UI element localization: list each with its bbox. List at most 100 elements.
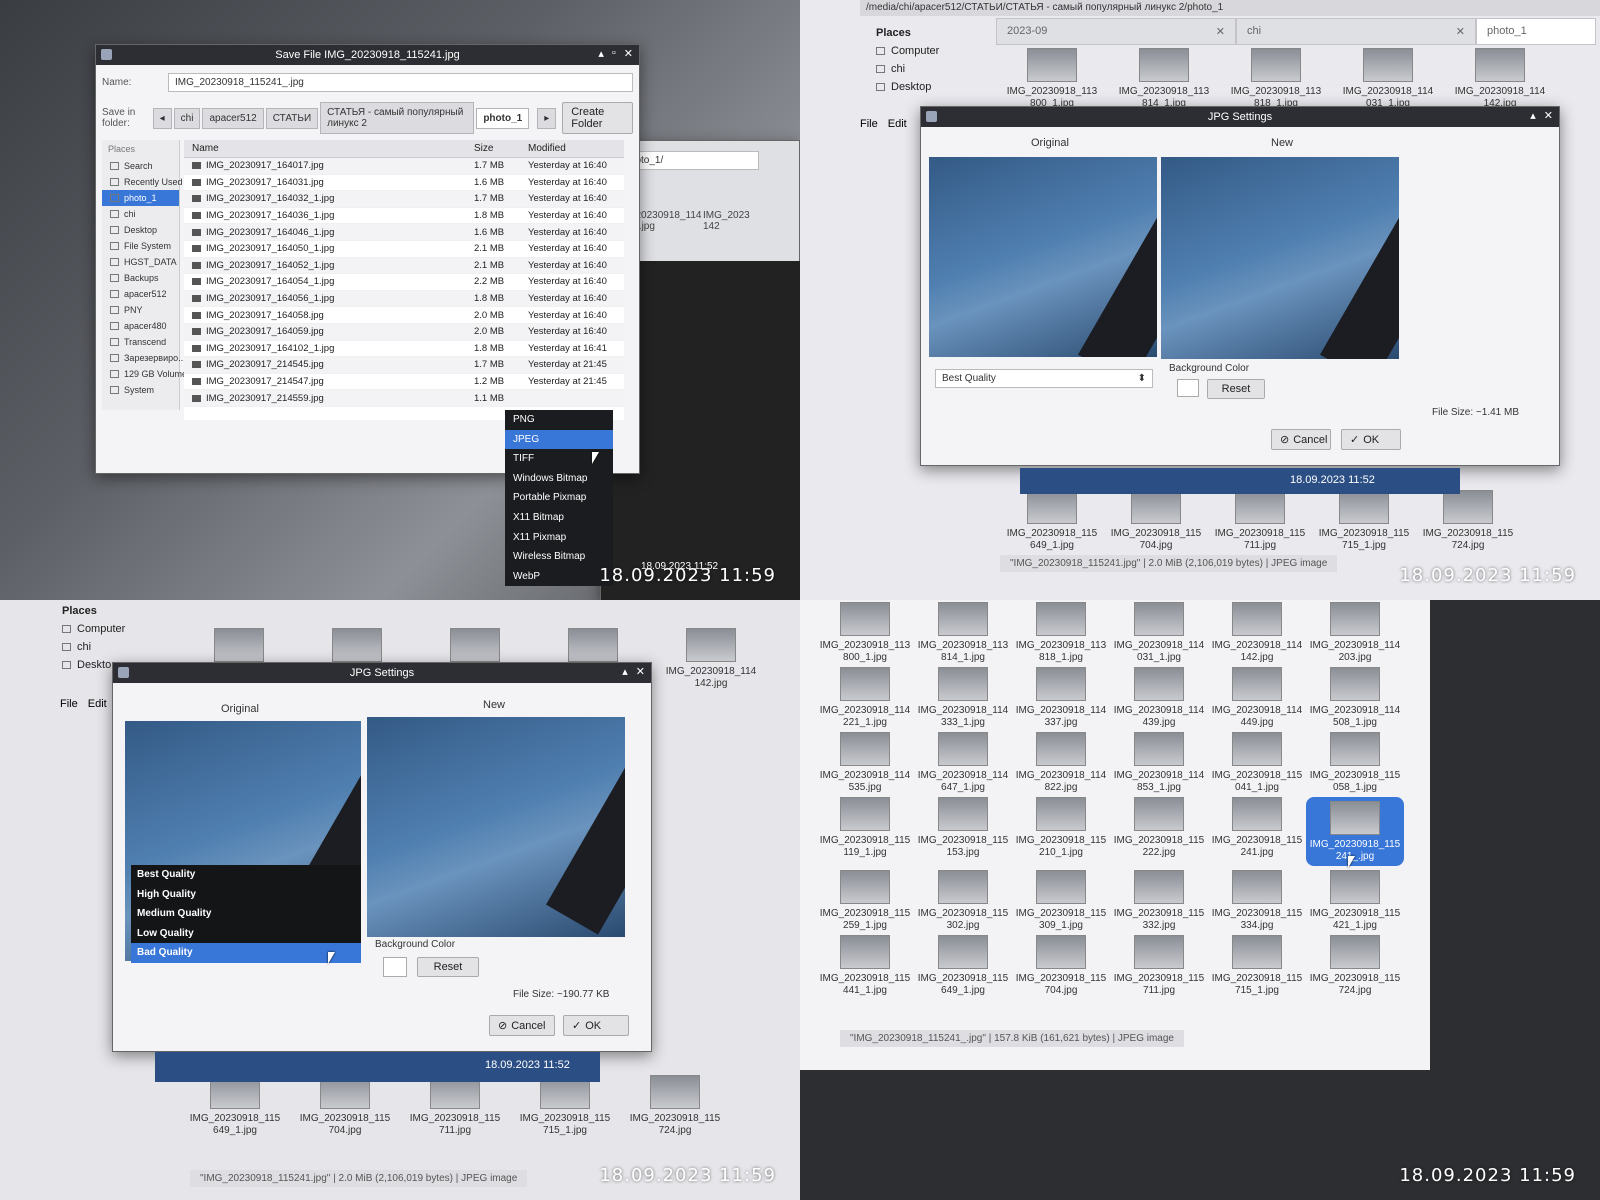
background-color-swatch[interactable] xyxy=(383,957,407,977)
file-row[interactable]: IMG_20230917_164054_1.jpg 2.2 MB Yesterd… xyxy=(184,274,624,291)
file-thumbnail[interactable]: IMG_20230918_115 153.jpg xyxy=(914,797,1012,866)
column-modified-header[interactable]: Modified xyxy=(520,143,624,154)
tab-chi[interactable]: chi ✕ xyxy=(1236,18,1476,45)
file-thumbnail[interactable]: IMG_20230918_113 814_1.jpg xyxy=(1108,48,1220,109)
file-thumbnail[interactable]: IMG_20230918_114 822.jpg xyxy=(1012,732,1110,793)
place-item[interactable]: PNY xyxy=(102,302,179,318)
file-row[interactable]: IMG_20230917_164102_1.jpg 1.8 MB Yesterd… xyxy=(184,341,624,358)
file-thumbnail[interactable]: IMG_20230918_114 031_1.jpg xyxy=(1332,48,1444,109)
file-thumbnail[interactable]: IMG_20230918_113 814_1.jpg xyxy=(914,602,1012,663)
quality-option[interactable]: Best Quality xyxy=(131,865,361,885)
file-thumbnail[interactable]: IMG_20230918_115 704.jpg xyxy=(290,1075,400,1136)
place-item[interactable]: Computer xyxy=(870,42,980,60)
background-color-swatch[interactable] xyxy=(1177,379,1199,397)
file-row[interactable]: IMG_20230917_164052_1.jpg 2.1 MB Yesterd… xyxy=(184,257,624,275)
format-menu-item[interactable]: Portable Pixmap xyxy=(505,488,613,508)
file-thumbnail[interactable]: IMG_20230918_115 724.jpg xyxy=(1416,490,1520,551)
format-menu-item[interactable]: JPEG xyxy=(505,429,613,450)
place-item[interactable]: chi xyxy=(870,60,980,78)
file-thumbnail[interactable]: IMG_20230918_115 332.jpg xyxy=(1110,870,1208,931)
file-thumbnail[interactable]: IMG_20230918_114 142.jpg xyxy=(1444,48,1556,109)
file-row[interactable]: IMG_20230917_214547.jpg 1.2 MB Yesterday… xyxy=(184,374,624,391)
file-thumbnail[interactable]: IMG_20230918_115 441_1.jpg xyxy=(816,935,914,996)
close-tab-icon[interactable]: ✕ xyxy=(1456,25,1465,38)
file-thumbnail[interactable]: IMG_20230918_114 031_1.jpg xyxy=(1110,602,1208,663)
file-thumbnail[interactable]: IMG_20230918_115 259_1.jpg xyxy=(816,870,914,931)
maximize-icon[interactable]: ▴ xyxy=(598,47,604,60)
column-size-header[interactable]: Size xyxy=(474,143,520,154)
file-thumbnail[interactable]: IMG_20230918_114 142.jpg xyxy=(652,628,770,689)
file-thumbnail[interactable]: IMG_20230918_113 818_1.jpg xyxy=(1012,602,1110,663)
file-thumbnail[interactable]: IMG_20230918_115 058_1.jpg xyxy=(1306,732,1404,793)
file-thumbnail[interactable]: IMG_20230918_115 649_1.jpg xyxy=(1000,490,1104,551)
menu-file[interactable]: File xyxy=(860,118,878,130)
file-thumbnail[interactable]: IMG_20230918_115 704.jpg xyxy=(1012,935,1110,996)
place-item[interactable]: Backups xyxy=(102,270,179,286)
file-thumbnail[interactable]: IMG_20230918_115 210_1.jpg xyxy=(1012,797,1110,866)
quality-option[interactable]: Bad Quality xyxy=(131,943,361,963)
file-thumbnail[interactable]: IMG_20230918_114 508_1.jpg xyxy=(1306,667,1404,728)
file-thumbnail[interactable]: IMG_20230918_113 800_1.jpg xyxy=(816,602,914,663)
file-thumbnail[interactable]: IMG_20230918_115 302.jpg xyxy=(914,870,1012,931)
close-icon[interactable]: ✕ xyxy=(636,665,645,678)
file-thumbnail[interactable]: IMG_20230918_113 800_1.jpg xyxy=(996,48,1108,109)
menu-file[interactable]: File xyxy=(60,698,78,710)
file-thumbnail[interactable]: IMG_20230918_114 647_1.jpg xyxy=(914,732,1012,793)
place-item[interactable]: System xyxy=(102,382,179,398)
place-item[interactable]: Computer xyxy=(56,620,166,638)
place-item[interactable]: HGST_DATA xyxy=(102,254,179,270)
file-thumbnail[interactable]: IMG_20230918_115 309_1.jpg xyxy=(1012,870,1110,931)
file-thumbnail[interactable]: IMG_20230918_115 222.jpg xyxy=(1110,797,1208,866)
filename-input[interactable]: IMG_20230918_115241_.jpg xyxy=(168,73,633,92)
file-row[interactable]: IMG_20230917_164017.jpg 1.7 MB Yesterday… xyxy=(184,158,624,175)
tab-photo1[interactable]: photo_1 xyxy=(1476,18,1596,45)
place-item[interactable]: apacer512 xyxy=(102,286,179,302)
place-item[interactable]: 129 GB Volume xyxy=(102,366,187,382)
quality-option[interactable]: High Quality xyxy=(131,885,361,905)
file-thumbnail[interactable]: IMG_20230918_115 041_1.jpg xyxy=(1208,732,1306,793)
restore-icon[interactable]: ▫ xyxy=(612,47,616,60)
column-name-header[interactable]: Name xyxy=(184,143,474,154)
breadcrumb-forward-button[interactable]: ▸ xyxy=(537,107,557,129)
place-item[interactable]: Desktop xyxy=(102,222,179,238)
file-row[interactable]: IMG_20230917_164058.jpg 2.0 MB Yesterday… xyxy=(184,307,624,324)
format-menu-item[interactable]: PNG xyxy=(505,410,613,430)
ok-button[interactable]: ✓ OK xyxy=(563,1015,629,1036)
maximize-icon[interactable]: ▴ xyxy=(1530,109,1536,122)
place-item[interactable]: Desktop xyxy=(870,78,980,96)
quality-option[interactable]: Low Quality xyxy=(131,924,361,944)
file-thumbnail[interactable]: IMG_20230918_115 704.jpg xyxy=(1104,490,1208,551)
breadcrumb-articles[interactable]: СТАТЬИ xyxy=(265,107,319,129)
reset-button[interactable]: Reset xyxy=(1207,379,1265,399)
place-item[interactable]: chi xyxy=(102,206,179,222)
file-thumbnail[interactable]: IMG_20230918_115 711.jpg xyxy=(1208,490,1312,551)
file-thumbnail[interactable]: IMG_20230918_114 333_1.jpg xyxy=(914,667,1012,728)
breadcrumb-photo1[interactable]: photo_1 xyxy=(476,107,530,129)
place-item[interactable]: apacer480 xyxy=(102,318,179,334)
file-thumbnail[interactable]: IMG_20230918_114 535.jpg xyxy=(816,732,914,793)
file-thumbnail[interactable]: IMG_20230918_114 439.jpg xyxy=(1110,667,1208,728)
file-thumbnail[interactable]: IMG_20230918_115 334.jpg xyxy=(1208,870,1306,931)
file-thumbnail[interactable]: IMG_20230918_114 853_1.jpg xyxy=(1110,732,1208,793)
place-item[interactable]: Transcend xyxy=(102,334,179,350)
breadcrumb-back-button[interactable]: ◂ xyxy=(152,107,172,129)
file-row[interactable]: IMG_20230917_164031.jpg 1.6 MB Yesterday… xyxy=(184,175,624,192)
breadcrumb-chi[interactable]: chi xyxy=(173,107,201,129)
tab-2023-09[interactable]: 2023-09 ✕ xyxy=(996,18,1236,45)
file-thumbnail[interactable]: IMG_20230918_115 241_.jpg xyxy=(1306,797,1404,866)
menu-edit[interactable]: Edit xyxy=(888,118,907,130)
place-item[interactable]: Зарезервиро... xyxy=(102,350,186,366)
close-icon[interactable]: ✕ xyxy=(1544,109,1553,122)
file-thumbnail[interactable]: IMG_20230918_115 724.jpg xyxy=(1306,935,1404,996)
quality-select[interactable]: Best Quality ⬍ xyxy=(935,369,1153,388)
file-thumbnail[interactable]: IMG_20230918_115 715_1.jpg xyxy=(1312,490,1416,551)
file-thumbnail[interactable]: IMG_20230918_114 221_1.jpg xyxy=(816,667,914,728)
file-thumbnail[interactable]: IMG_20230918_115 724.jpg xyxy=(620,1075,730,1136)
place-item[interactable]: chi xyxy=(56,638,166,656)
file-thumbnail[interactable]: IMG_20230918_113 818_1.jpg xyxy=(1220,48,1332,109)
place-item[interactable]: Search xyxy=(102,158,179,174)
create-folder-button[interactable]: Create Folder xyxy=(562,102,633,134)
place-item[interactable]: Recently Used xyxy=(102,174,183,190)
file-thumbnail[interactable]: IMG_20230918_115 715_1.jpg xyxy=(1208,935,1306,996)
file-thumbnail[interactable]: IMG_20230918_114 337.jpg xyxy=(1012,667,1110,728)
